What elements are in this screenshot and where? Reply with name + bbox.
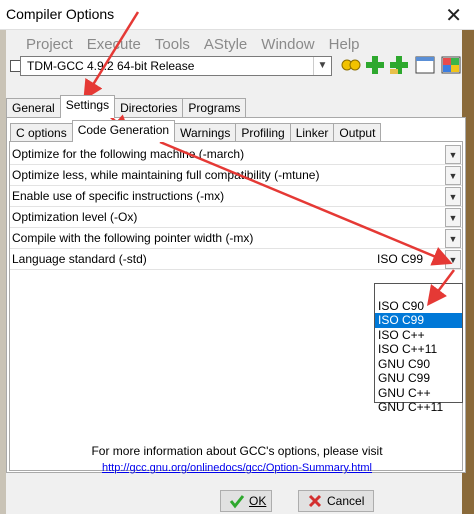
background-menu-item: Execute (86, 36, 141, 53)
language-standard-dropdown[interactable]: ISO C90 ISO C99 ISO C++ ISO C++11 GNU C9… (374, 283, 463, 414)
background-menu-bar: Project Execute Tools AStyle Window Help (26, 36, 360, 53)
option-label: Optimize less, while maintaining full co… (12, 168, 320, 182)
dropdown-item-empty[interactable] (375, 284, 462, 299)
tab-general[interactable]: General (6, 98, 61, 118)
option-label: Optimization level (-Ox) (12, 210, 138, 224)
grid-icon[interactable] (440, 54, 462, 76)
ok-button[interactable]: OK (220, 490, 272, 512)
option-select[interactable]: ▼ (373, 145, 461, 164)
tab-profiling[interactable]: Profiling (235, 123, 291, 142)
title-bar: Compiler Options ✕ (0, 0, 474, 30)
chevron-down-icon[interactable]: ▼ (313, 57, 331, 75)
tab-linker[interactable]: Linker (289, 123, 335, 142)
cancel-button[interactable]: Cancel (298, 490, 374, 512)
chevron-down-icon[interactable]: ▼ (445, 145, 461, 164)
background-menu-item: Tools (154, 36, 190, 53)
tab-programs[interactable]: Programs (182, 98, 247, 118)
tab-c-options[interactable]: C options (10, 123, 73, 142)
option-select[interactable]: ▼ (373, 166, 461, 185)
cancel-button-label: Cancel (327, 494, 365, 508)
option-label: Compile with the following pointer width… (12, 231, 254, 245)
compiler-set-value: TDM-GCC 4.9.2 64-bit Release (27, 59, 195, 73)
option-row-ox: Optimization level (-Ox) ▼ (10, 207, 462, 228)
ok-button-label: OK (249, 494, 267, 508)
dropdown-item[interactable]: GNU C99 (375, 371, 462, 386)
window-title: Compiler Options (6, 6, 115, 22)
tab-output[interactable]: Output (333, 123, 382, 142)
gcc-options-link[interactable]: http://gcc.gnu.org/onlinedocs/gcc/Option… (0, 462, 474, 474)
option-label: Enable use of specific instructions (-mx… (12, 189, 225, 203)
tab-warnings[interactable]: Warnings (174, 123, 237, 142)
dropdown-item[interactable]: ISO C90 (375, 299, 462, 314)
background-menu-item: AStyle (203, 36, 248, 53)
dropdown-item[interactable]: GNU C++11 (375, 400, 462, 415)
option-select[interactable]: ▼ (373, 187, 461, 206)
option-row-march: Optimize for the following machine (-mar… (10, 144, 462, 165)
language-standard-select[interactable]: ISO C99 ▼ (373, 250, 461, 269)
checkmark-icon (229, 495, 245, 509)
chevron-down-icon[interactable]: ▼ (445, 229, 461, 248)
dropdown-item[interactable]: GNU C++ (375, 386, 462, 401)
option-row-std: Language standard (-std) ISO C99 ▼ (10, 249, 462, 270)
close-icon[interactable]: ✕ (445, 3, 462, 28)
option-row-pointer-width: Compile with the following pointer width… (10, 228, 462, 249)
window-icon[interactable] (414, 54, 436, 76)
info-text: For more information about GCC's options… (91, 444, 383, 458)
chevron-down-icon[interactable]: ▼ (445, 208, 461, 227)
chevron-down-icon[interactable]: ▼ (445, 250, 461, 269)
background-menu-item: Project (26, 36, 73, 53)
sub-tab-bar: C options Code Generation Warnings Profi… (10, 120, 382, 142)
chevron-down-icon[interactable]: ▼ (445, 166, 461, 185)
tab-directories[interactable]: Directories (114, 98, 184, 118)
option-value: ISO C99 (377, 252, 424, 266)
add-folder-icon[interactable] (388, 54, 410, 76)
dropdown-item[interactable]: GNU C90 (375, 357, 462, 372)
compiler-set-select[interactable]: TDM-GCC 4.9.2 64-bit Release ▼ (20, 56, 332, 76)
link-compiler-icon[interactable] (340, 54, 362, 76)
background-menu-item: Help (328, 36, 360, 53)
add-compiler-icon[interactable] (364, 54, 386, 76)
option-label: Optimize for the following machine (-mar… (12, 147, 245, 161)
main-tab-bar: General Settings Directories Programs (6, 95, 247, 118)
cross-icon (308, 494, 322, 508)
dropdown-item[interactable]: ISO C++11 (375, 342, 462, 357)
option-row-mx: Enable use of specific instructions (-mx… (10, 186, 462, 207)
option-select[interactable]: ▼ (373, 208, 461, 227)
dropdown-item[interactable]: ISO C++ (375, 328, 462, 343)
dropdown-item-selected[interactable]: ISO C99 (375, 313, 462, 328)
tab-code-generation[interactable]: Code Generation (71, 120, 176, 142)
tab-settings[interactable]: Settings (59, 95, 116, 118)
chevron-down-icon[interactable]: ▼ (445, 187, 461, 206)
option-label: Language standard (-std) (12, 252, 147, 266)
background-menu-item: Window (261, 36, 315, 53)
option-row-mtune: Optimize less, while maintaining full co… (10, 165, 462, 186)
option-select[interactable]: ▼ (373, 229, 461, 248)
